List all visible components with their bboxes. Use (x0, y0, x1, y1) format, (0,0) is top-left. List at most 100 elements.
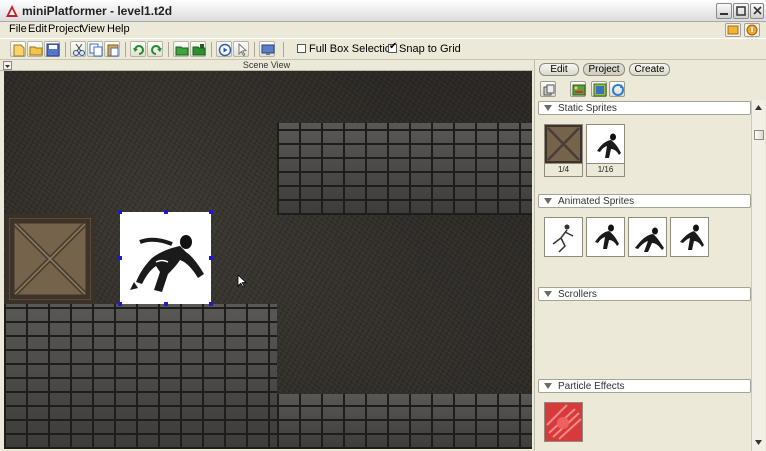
menu-file[interactable]: File (9, 23, 27, 35)
collapse-arrow-icon (544, 105, 552, 111)
scene-canvas[interactable] (4, 71, 532, 449)
menu-edit[interactable]: Edit (28, 23, 47, 35)
close-button[interactable] (750, 3, 764, 19)
paste-icon (107, 44, 119, 57)
app-icon (6, 5, 18, 17)
selection-handle[interactable] (209, 302, 213, 306)
selection-handle[interactable] (118, 210, 122, 214)
minimize-button[interactable] (716, 3, 732, 19)
pointer-icon (238, 43, 248, 57)
mail-button[interactable] (725, 23, 741, 37)
tab-edit[interactable]: Edit (539, 63, 579, 76)
selection-handle[interactable] (164, 210, 168, 214)
particle-effects-label: Particle Effects (558, 381, 625, 392)
animated-sprites-label: Animated Sprites (558, 196, 635, 207)
scrollers-label: Scrollers (558, 289, 597, 300)
mail-icon (727, 25, 739, 35)
open-button[interactable] (27, 41, 43, 57)
preview-button[interactable] (259, 41, 275, 57)
animated-sprite-thumb[interactable] (670, 217, 709, 257)
object-button[interactable] (540, 81, 556, 97)
particle-effects-header[interactable]: Particle Effects (538, 379, 751, 393)
fighter-anim-icon (595, 224, 619, 249)
play-icon (218, 43, 232, 57)
static-sprite-caption: 1/4 (544, 164, 583, 177)
scrollers-body (538, 302, 751, 378)
tab-create[interactable]: Create (629, 63, 670, 76)
selection-handle[interactable] (209, 210, 213, 214)
vertical-scrollbar[interactable] (751, 100, 765, 451)
snap-to-grid-label: Snap to Grid (399, 43, 461, 55)
folder-green-2-icon (192, 44, 206, 56)
crate-sprite[interactable] (5, 214, 95, 304)
new-file-button[interactable] (10, 41, 26, 57)
save-button[interactable] (44, 41, 60, 57)
maximize-button[interactable] (733, 3, 749, 19)
static-sprite-caption: 1/16 (586, 164, 625, 177)
scroll-up-icon[interactable] (753, 102, 764, 114)
stone-floor-left[interactable] (4, 304, 277, 449)
play-button[interactable] (216, 41, 232, 57)
paste-button[interactable] (104, 41, 120, 57)
image-map-button[interactable] (570, 81, 586, 97)
fighter-sprite-icon (597, 133, 621, 158)
fighter-anim-icon (635, 227, 664, 252)
animated-sprite-thumb[interactable] (628, 217, 667, 257)
collapse-arrow-icon (544, 198, 552, 204)
redo-button[interactable] (147, 41, 163, 57)
cut-icon (73, 43, 85, 56)
refresh-button[interactable] (609, 81, 625, 97)
open-folder-icon (29, 46, 43, 56)
scroll-down-icon[interactable] (753, 437, 764, 449)
menu-project[interactable]: Project (48, 23, 82, 35)
static-sprites-header[interactable]: Static Sprites (538, 101, 751, 115)
stone-platform-upper[interactable] (277, 123, 532, 215)
menu-help[interactable]: Help (107, 23, 130, 35)
project-scroll-area[interactable]: Static Sprites 1/4 1/16 Animated Sprites (538, 100, 751, 451)
folder-green-icon (175, 46, 189, 56)
animated-sprite-thumb[interactable] (586, 217, 625, 257)
undo-icon (133, 45, 144, 55)
stone-floor-right[interactable] (277, 394, 532, 449)
selection-handle[interactable] (118, 302, 122, 306)
right-panel: Edit Project Create Static Sprites 1/4 1… (534, 60, 766, 451)
import-button[interactable] (173, 41, 189, 57)
monitor-icon (261, 44, 275, 55)
particle-effect-thumb[interactable] (544, 402, 583, 442)
fighter-icon (130, 235, 204, 292)
selection-handle[interactable] (118, 256, 122, 260)
info-button[interactable] (744, 23, 760, 37)
layer-button[interactable] (591, 81, 607, 97)
particle-effects-body (538, 394, 751, 451)
full-box-selection-label: Full Box Selection (309, 43, 398, 55)
cut-button[interactable] (70, 41, 86, 57)
copy-button[interactable] (87, 41, 103, 57)
title-bar: miniPlatformer - level1.t2d (0, 0, 766, 22)
save-icon (46, 43, 60, 57)
selection-handle[interactable] (164, 302, 168, 306)
select-tool-button[interactable] (233, 41, 249, 57)
snap-to-grid-checkbox[interactable]: ✔ (388, 42, 397, 53)
scrollbar-thumb[interactable] (754, 130, 764, 140)
export-button[interactable] (190, 41, 206, 57)
animated-sprites-body (538, 209, 751, 285)
animated-sprite-thumb[interactable] (544, 217, 583, 257)
tab-project[interactable]: Project (583, 63, 625, 76)
static-sprite-thumb[interactable] (544, 124, 583, 164)
animated-sprites-header[interactable]: Animated Sprites (538, 194, 751, 208)
refresh-icon (612, 84, 624, 96)
undo-button[interactable] (130, 41, 146, 57)
minimize-icon (720, 13, 728, 15)
full-box-selection-checkbox[interactable] (297, 44, 306, 53)
toolbar-separator (168, 42, 169, 57)
static-sprite-thumb[interactable] (586, 124, 625, 164)
static-sprites-body: 1/4 1/16 (538, 116, 751, 188)
selected-fighter-sprite[interactable] (120, 212, 211, 304)
menu-view[interactable]: View (81, 23, 105, 35)
fire-particle-icon (545, 403, 582, 441)
toolbar-separator (254, 42, 255, 57)
scene-view-header: Scene View (0, 60, 533, 71)
mouse-cursor-icon (237, 274, 247, 288)
selection-handle[interactable] (209, 256, 213, 260)
scrollers-header[interactable]: Scrollers (538, 287, 751, 301)
